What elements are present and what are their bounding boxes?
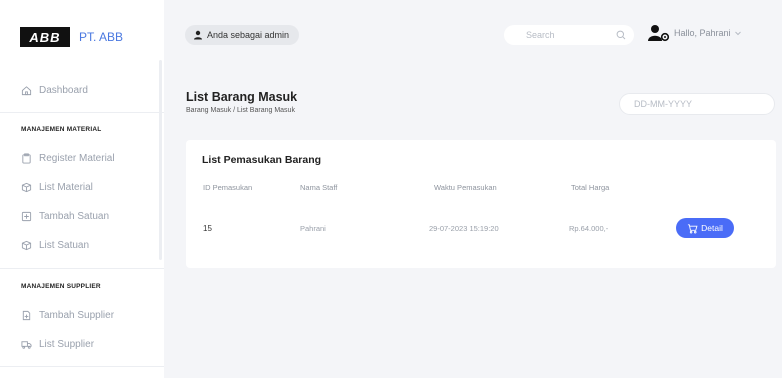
clipboard-icon [22, 153, 31, 164]
cell-total: Rp.64.000,- [569, 224, 609, 233]
admin-role-badge: Anda sebagai admin [185, 25, 300, 45]
detail-button-label: Detail [701, 223, 723, 233]
page-title: List Barang Masuk [186, 90, 298, 104]
sidebar-item-label: Tambah Satuan [39, 211, 110, 222]
admin-role-text: Anda sebagai admin [207, 30, 290, 40]
truck-icon [21, 341, 32, 349]
column-header-id: ID Pemasukan [203, 183, 253, 192]
search-icon[interactable] [616, 30, 626, 40]
user-settings-icon [648, 25, 670, 42]
sidebar-item-register-material[interactable]: Register Material [21, 153, 115, 164]
sidebar-divider [0, 268, 164, 269]
sidebar-item-label: List Supplier [39, 339, 95, 350]
sidebar-item-list-satuan[interactable]: List Satuan [21, 240, 89, 251]
column-header-staff: Nama Staff [300, 183, 338, 192]
sidebar-divider [0, 112, 164, 113]
detail-button[interactable]: Detail [676, 218, 734, 238]
brand[interactable]: ABB PT. ABB [0, 0, 164, 74]
sidebar-item-label: List Material [39, 182, 93, 193]
sidebar-section-supplier: MANAJEMEN SUPPLIER [21, 283, 101, 290]
cell-staff: Pahrani [300, 224, 326, 233]
cart-icon [688, 223, 698, 233]
sidebar-divider [0, 366, 164, 367]
breadcrumb: Barang Masuk / List Barang Masuk [186, 107, 295, 114]
sidebar-item-label: Dashboard [39, 85, 88, 96]
date-filter-input[interactable] [619, 93, 775, 115]
sidebar-item-dashboard[interactable]: Dashboard [21, 85, 88, 96]
user-icon [194, 30, 202, 40]
chevron-down-icon[interactable] [734, 29, 742, 37]
company-logo: ABB [20, 27, 70, 47]
user-menu[interactable]: Hallo, Pahrani [648, 24, 742, 42]
sidebar-item-label: Register Material [39, 153, 115, 164]
file-plus-icon [22, 310, 31, 321]
user-greeting: Hallo, Pahrani [674, 28, 731, 38]
sidebar-item-tambah-supplier[interactable]: Tambah Supplier [21, 310, 114, 321]
home-icon [21, 86, 32, 96]
sidebar-item-label: List Satuan [39, 240, 90, 251]
sidebar-item-list-material[interactable]: List Material [21, 182, 93, 193]
sidebar: ABB PT. ABB Dashboard MANAJEMEN MATERIAL… [0, 0, 164, 378]
sidebar-section-material: MANAJEMEN MATERIAL [21, 126, 102, 133]
cell-time: 29-07-2023 15:19:20 [429, 224, 499, 233]
card-title: List Pemasukan Barang [202, 154, 322, 166]
sidebar-item-tambah-satuan[interactable]: Tambah Satuan [21, 211, 109, 222]
column-header-total: Total Harga [571, 183, 610, 192]
search-input[interactable] [526, 30, 606, 40]
package-icon [21, 240, 32, 251]
package-icon [21, 182, 32, 193]
column-header-time: Waktu Pemasukan [434, 183, 497, 192]
plus-square-icon [21, 211, 32, 222]
sidebar-item-list-supplier[interactable]: List Supplier [21, 339, 94, 350]
top-header: Anda sebagai admin Hallo, Pahrani [164, 0, 782, 68]
cell-id: 15 [203, 224, 212, 233]
incoming-goods-card: List Pemasukan Barang ID Pemasukan Nama … [186, 140, 776, 268]
sidebar-item-label: Tambah Supplier [39, 310, 115, 321]
sidebar-scrollbar[interactable] [159, 60, 162, 260]
search-box[interactable] [504, 25, 634, 45]
company-name: PT. ABB [79, 30, 124, 44]
